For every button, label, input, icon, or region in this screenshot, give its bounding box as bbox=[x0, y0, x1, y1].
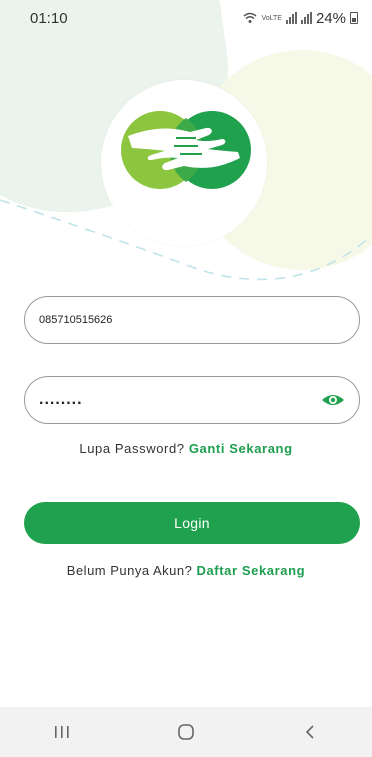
header-illustration bbox=[0, 0, 372, 300]
home-icon bbox=[178, 724, 194, 740]
back-icon bbox=[305, 725, 314, 739]
status-bar: 01:10 VoLTE 24% bbox=[0, 0, 372, 36]
phone-input[interactable] bbox=[25, 314, 359, 326]
back-button[interactable] bbox=[280, 712, 340, 752]
signal-icon-2 bbox=[300, 12, 312, 24]
signal-icon bbox=[285, 12, 297, 24]
phone-field[interactable] bbox=[24, 296, 360, 344]
battery-level: 24% bbox=[315, 9, 346, 27]
password-input[interactable] bbox=[25, 391, 359, 409]
reset-password-link[interactable]: Ganti Sekarang bbox=[189, 441, 293, 456]
battery-icon bbox=[350, 12, 358, 24]
navigation-bar bbox=[0, 707, 372, 757]
wifi-icon bbox=[243, 12, 257, 23]
register-prompt: Belum Punya Akun? bbox=[66, 563, 193, 578]
register-link[interactable]: Daftar Sekarang bbox=[196, 563, 305, 578]
forgot-password-row: Lupa Password? Ganti Sekarang bbox=[0, 441, 372, 456]
app-logo bbox=[121, 111, 251, 189]
status-icons: VoLTE 24% bbox=[243, 10, 358, 27]
eye-icon[interactable] bbox=[321, 392, 345, 408]
register-row: Belum Punya Akun? Daftar Sekarang bbox=[0, 563, 372, 578]
home-button[interactable] bbox=[156, 712, 216, 752]
recent-apps-button[interactable] bbox=[32, 712, 92, 752]
password-field[interactable] bbox=[24, 376, 360, 424]
status-time: 01:10 bbox=[30, 9, 68, 27]
login-button[interactable]: Login bbox=[24, 502, 360, 544]
recent-apps-icon bbox=[55, 726, 69, 738]
volte-indicator: VoLTE bbox=[261, 14, 282, 22]
forgot-password-prompt: Lupa Password? bbox=[79, 441, 185, 456]
